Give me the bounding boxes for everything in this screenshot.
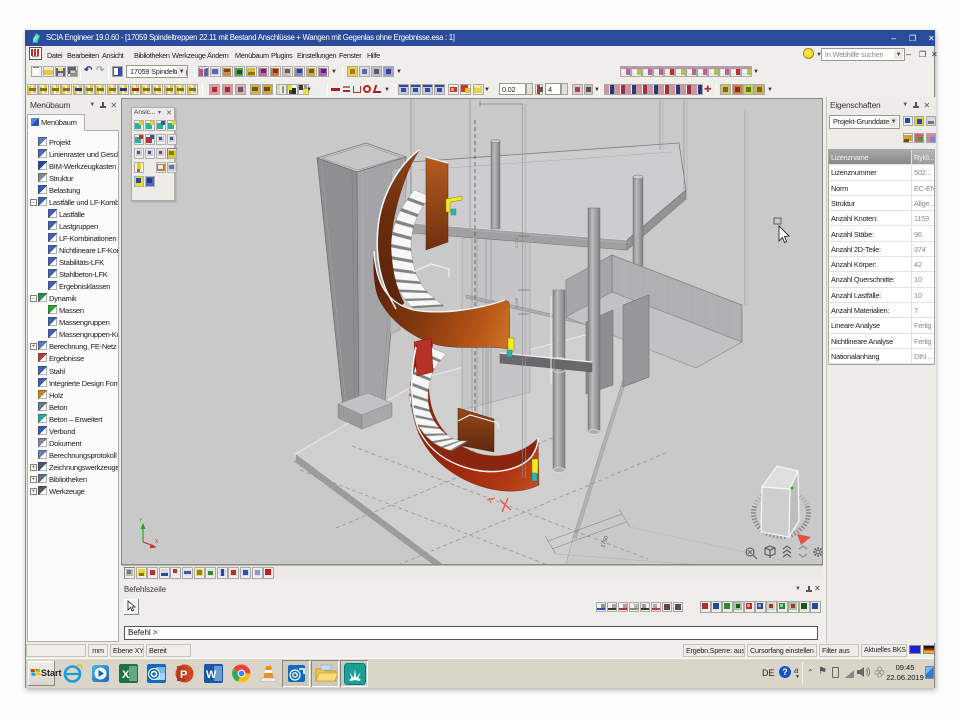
- svg-text:3,278: 3,278: [514, 237, 519, 248]
- svg-text:X: X: [122, 669, 130, 681]
- svg-text:P: P: [180, 669, 187, 681]
- svg-text:W: W: [206, 669, 217, 681]
- svg-text:5,006: 5,006: [514, 297, 519, 308]
